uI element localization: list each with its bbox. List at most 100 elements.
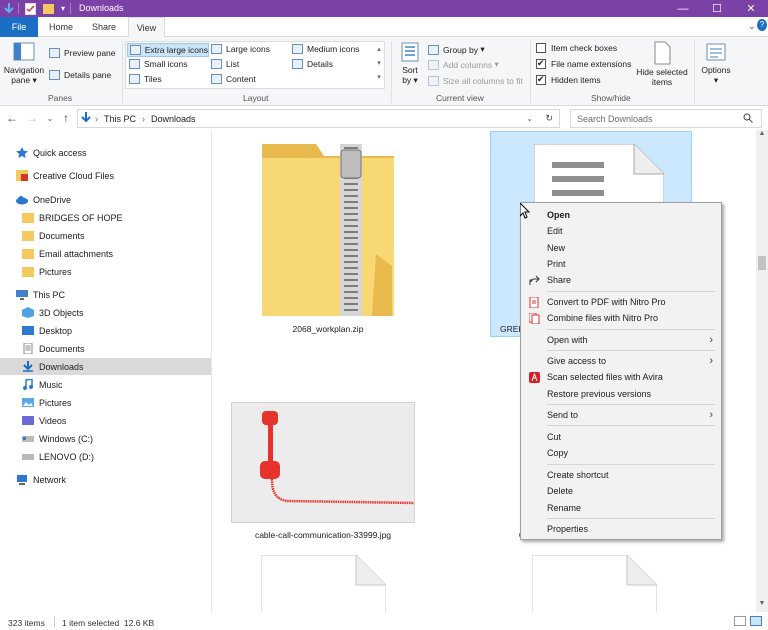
layout-gallery-scroll[interactable]: ▴ ▾ ▾ xyxy=(374,43,384,87)
search-input[interactable]: Search Downloads xyxy=(577,114,653,124)
sidebar-item-creative-cloud[interactable]: Creative Cloud Files xyxy=(16,167,114,184)
menu-item-new[interactable]: New xyxy=(521,240,721,256)
address-bar[interactable]: › This PC › Downloads ⌄ ↻ xyxy=(77,109,560,128)
content-option[interactable]: Content xyxy=(211,74,256,84)
sidebar-item-quick-access[interactable]: Quick access xyxy=(16,144,87,161)
scroll-thumb[interactable] xyxy=(758,256,766,270)
hidden-items-toggle[interactable]: Hidden items xyxy=(536,74,601,85)
maximize-button[interactable]: ☐ xyxy=(700,0,734,17)
file-tile-image[interactable] xyxy=(231,402,415,523)
group-by-button[interactable]: Group by ▾ xyxy=(428,44,485,55)
navigation-pane-button[interactable]: Navigation pane ▾ xyxy=(3,41,45,85)
large-icons-view-icon[interactable] xyxy=(750,616,762,626)
sidebar-item-this-pc[interactable]: This PC xyxy=(16,286,65,303)
details-option[interactable]: Details xyxy=(292,59,333,69)
breadcrumb-downloads[interactable]: Downloads xyxy=(151,114,196,124)
sidebar-item-music[interactable]: Music xyxy=(22,376,63,393)
item-check-boxes-toggle[interactable]: Item check boxes xyxy=(536,43,617,53)
breadcrumb-chevron-icon[interactable]: › xyxy=(142,114,145,124)
menu-item-create-shortcut[interactable]: Create shortcut xyxy=(521,467,721,483)
details-view-icon[interactable] xyxy=(734,616,746,626)
window-title: Downloads xyxy=(79,3,124,13)
sidebar-item-onedrive-pictures[interactable]: Pictures xyxy=(22,263,72,280)
sort-by-button[interactable]: Sort by ▾ xyxy=(396,41,424,85)
menu-item-open-with[interactable]: Open with › xyxy=(521,332,721,348)
customize-toolbar-icon[interactable]: ▾ xyxy=(58,2,68,15)
forward-button[interactable]: → xyxy=(24,110,40,126)
close-button[interactable]: ✕ xyxy=(734,0,768,17)
file-name-image[interactable]: cable-call-communication-33999.jpg xyxy=(223,530,423,540)
sidebar-item-desktop[interactable]: Desktop xyxy=(22,322,72,339)
hide-selected-items-button[interactable]: Hide selected items xyxy=(634,41,690,87)
sidebar-item-email-attachments[interactable]: Email attachments xyxy=(22,245,113,262)
menu-item-rename[interactable]: Rename xyxy=(521,500,721,516)
list-option[interactable]: List xyxy=(211,59,239,69)
search-icon[interactable] xyxy=(743,113,753,125)
menu-item-send-to[interactable]: Send to › xyxy=(521,407,721,423)
menu-item-convert-pdf[interactable]: Convert to PDF with Nitro Pro xyxy=(521,294,721,310)
sort-by-icon xyxy=(401,42,419,62)
file-name-zip[interactable]: 2068_workplan.zip xyxy=(258,324,398,334)
extra-large-icons-option[interactable]: Extra large icons xyxy=(127,43,209,57)
menu-item-cut[interactable]: Cut xyxy=(521,429,721,445)
up-button[interactable]: ↑ xyxy=(58,110,74,126)
medium-icons-option[interactable]: Medium icons xyxy=(292,44,359,54)
search-box[interactable]: Search Downloads xyxy=(570,109,762,128)
minimize-button[interactable]: — xyxy=(666,0,700,17)
ribbon-view: Navigation pane ▾ Preview pane Details p… xyxy=(0,37,768,106)
submenu-arrow-icon: › xyxy=(709,409,713,421)
back-button[interactable]: ← xyxy=(4,110,20,126)
tab-share[interactable]: Share xyxy=(85,17,123,37)
help-icon[interactable]: ? xyxy=(757,19,767,31)
menu-item-edit[interactable]: Edit xyxy=(521,223,721,239)
sidebar-item-onedrive-documents[interactable]: Documents xyxy=(22,227,85,244)
expand-ribbon-icon[interactable]: ⌄ xyxy=(748,21,756,32)
title-bar: ▾ Downloads — ☐ ✕ xyxy=(0,0,768,17)
breadcrumb-chevron-icon[interactable]: › xyxy=(95,114,98,124)
options-button[interactable]: Options ▾ xyxy=(698,41,734,85)
sidebar-item-lenovo-d[interactable]: LENOVO (D:) xyxy=(22,448,94,465)
menu-item-share[interactable]: Share xyxy=(521,272,721,288)
file-tile-zip[interactable] xyxy=(258,144,398,316)
menu-item-properties[interactable]: Properties xyxy=(521,521,721,537)
menu-item-give-access[interactable]: Give access to › xyxy=(521,353,721,369)
recent-locations-button[interactable]: ⌄ xyxy=(42,110,58,126)
preview-pane-button[interactable]: Preview pane xyxy=(49,48,116,58)
tab-home[interactable]: Home xyxy=(42,17,80,37)
sidebar-item-videos[interactable]: Videos xyxy=(22,412,66,429)
vertical-scrollbar[interactable]: ▲ ▼ xyxy=(756,130,768,612)
menu-item-scan-avira[interactable]: Scan selected files with Avira xyxy=(521,369,721,385)
menu-item-open[interactable]: Open xyxy=(521,207,721,223)
size-all-columns-button[interactable]: Size all columns to fit xyxy=(428,76,523,86)
sidebar-item-downloads[interactable]: Downloads xyxy=(0,358,211,375)
file-tile-blank-2[interactable] xyxy=(531,554,658,612)
sidebar-item-network[interactable]: Network xyxy=(16,471,66,488)
sidebar-item-3d-objects[interactable]: 3D Objects xyxy=(22,304,84,321)
refresh-icon[interactable]: ↻ xyxy=(545,113,553,124)
menu-item-combine-nitro[interactable]: Combine files with Nitro Pro xyxy=(521,310,721,326)
scroll-down-icon[interactable]: ▼ xyxy=(758,600,766,610)
scroll-up-icon[interactable]: ▲ xyxy=(758,130,766,140)
large-icons-option[interactable]: Large icons xyxy=(211,44,270,54)
sidebar-item-bridges-of-hope[interactable]: BRIDGES OF HOPE xyxy=(22,209,123,226)
tab-view[interactable]: View xyxy=(128,17,165,38)
sidebar-item-pictures[interactable]: Pictures xyxy=(22,394,72,411)
small-icons-option[interactable]: Small icons xyxy=(129,59,187,69)
new-folder-icon[interactable] xyxy=(42,2,54,15)
sidebar-item-documents[interactable]: Documents xyxy=(22,340,85,357)
details-pane-button[interactable]: Details pane xyxy=(49,70,111,80)
menu-item-restore-versions[interactable]: Restore previous versions xyxy=(521,386,721,402)
file-tile-blank-1[interactable] xyxy=(260,554,387,612)
file-name-extensions-toggle[interactable]: File name extensions xyxy=(536,58,631,69)
tab-file[interactable]: File xyxy=(0,17,38,37)
properties-icon[interactable] xyxy=(24,2,36,15)
menu-item-print[interactable]: Print xyxy=(521,256,721,272)
breadcrumb-this-pc[interactable]: This PC xyxy=(104,114,136,124)
menu-item-copy[interactable]: Copy xyxy=(521,445,721,461)
menu-item-delete[interactable]: Delete xyxy=(521,483,721,499)
add-columns-button[interactable]: Add columns ▾ xyxy=(428,59,499,70)
address-dropdown-icon[interactable]: ⌄ xyxy=(526,114,533,123)
tiles-option[interactable]: Tiles xyxy=(129,74,162,84)
sidebar-item-windows-c[interactable]: Windows (C:) xyxy=(22,430,93,447)
sidebar-item-onedrive[interactable]: OneDrive xyxy=(16,191,71,208)
